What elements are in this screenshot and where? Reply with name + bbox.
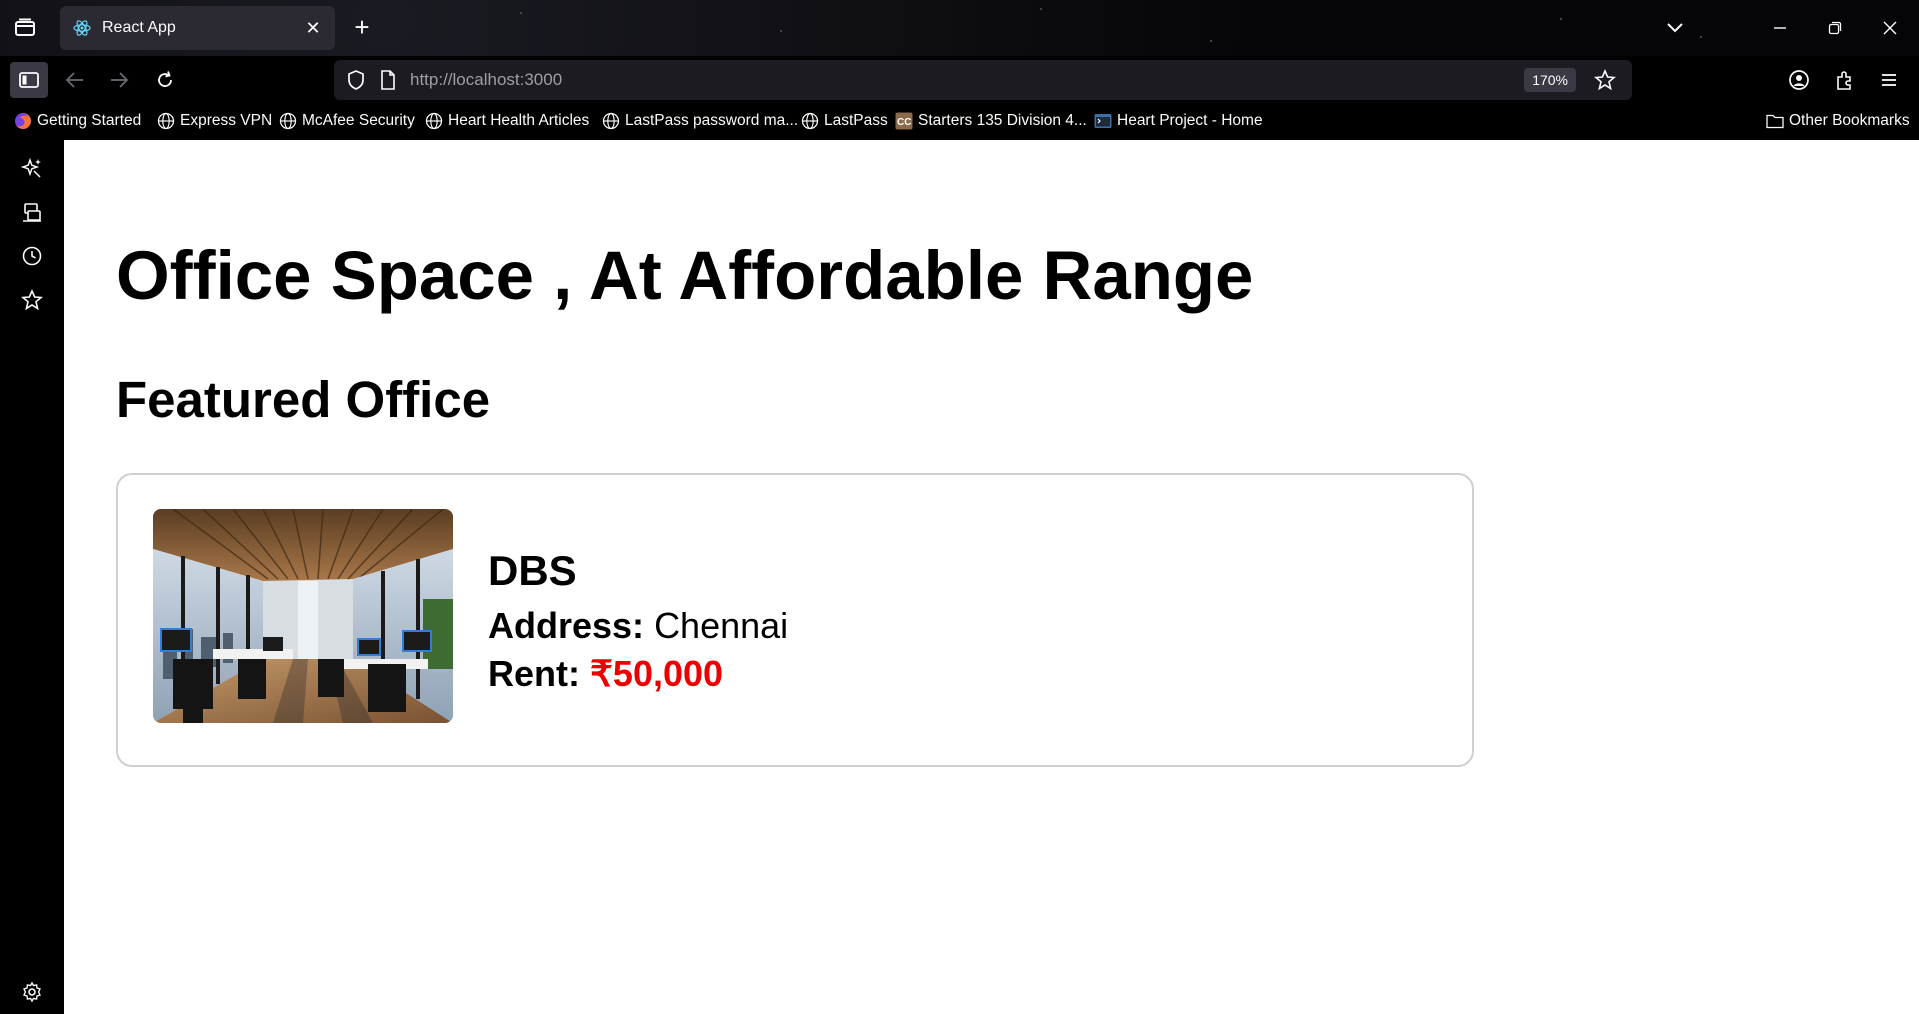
office-address: Address: Chennai	[488, 605, 788, 647]
page-title: Office Space , At Affordable Range	[116, 237, 1254, 314]
extensions-button[interactable]	[1826, 62, 1864, 98]
menu-button[interactable]	[1870, 62, 1908, 98]
synced-tabs-icon	[23, 203, 41, 222]
sparkle-icon	[21, 157, 41, 178]
page-content: Office Space , At Affordable Range Featu…	[64, 140, 1919, 1014]
navigation-toolbar: http://localhost:3000 170%	[0, 56, 1919, 104]
address-bar[interactable]: http://localhost:3000 170%	[334, 60, 1632, 100]
bookmarks-sidebar-button[interactable]	[18, 286, 46, 314]
other-bookmarks-folder[interactable]: Other Bookmarks	[1766, 112, 1910, 130]
folder-icon	[1766, 112, 1784, 130]
bookmark-label: Heart Health Articles	[448, 112, 590, 129]
bookmark-label: LastPass password ma...	[625, 112, 799, 129]
bookmarks-toolbar: Getting Started Express VPN McAfee Secur…	[0, 104, 1919, 140]
history-button[interactable]	[18, 242, 46, 270]
tab-strip: React App ✕ +	[0, 0, 1919, 56]
office-photo	[153, 509, 453, 723]
account-icon	[1789, 70, 1809, 90]
url-port: :3000	[519, 70, 563, 89]
globe-icon	[602, 112, 620, 130]
bookmark-label: Starters 135 Division 4...	[918, 112, 1087, 129]
close-window-icon[interactable]	[1875, 14, 1905, 42]
close-tab-icon[interactable]: ✕	[303, 18, 323, 38]
bookmark-label: Getting Started	[37, 112, 142, 129]
account-button[interactable]	[1780, 62, 1818, 98]
office-card: DBS Address: Chennai Rent: ₹50,000	[116, 473, 1474, 767]
tab-react-app[interactable]: React App ✕	[60, 6, 335, 50]
address-value: Chennai	[654, 605, 789, 646]
minimize-icon[interactable]	[1765, 14, 1795, 42]
hamburger-menu-icon	[1882, 74, 1896, 86]
tab-title: React App	[102, 19, 176, 36]
terminal-icon	[1094, 112, 1112, 130]
puzzle-icon	[1837, 71, 1851, 90]
bookmark-express-vpn[interactable]: Express VPN	[157, 112, 272, 130]
star-icon	[21, 289, 43, 311]
rent-value: ₹50,000	[590, 653, 724, 694]
bookmark-lastpass-password-manager[interactable]: LastPass password ma...	[602, 112, 798, 130]
zoom-level-button[interactable]: 170%	[1524, 68, 1576, 92]
rent-label: Rent:	[488, 653, 580, 694]
tab-overflow-chevron-icon[interactable]	[1660, 14, 1690, 42]
page-icon	[380, 70, 396, 95]
shield-icon[interactable]	[346, 69, 366, 96]
forward-button[interactable]	[100, 62, 138, 98]
globe-icon	[279, 112, 297, 130]
codechef-icon: CC	[895, 112, 913, 130]
bookmark-label: Express VPN	[180, 112, 273, 129]
address-label: Address:	[488, 605, 645, 646]
svg-text:CC: CC	[897, 117, 911, 128]
back-button[interactable]	[56, 62, 94, 98]
forward-arrow-icon	[111, 72, 129, 88]
office-rent: Rent: ₹50,000	[488, 653, 788, 695]
section-heading: Featured Office	[116, 371, 491, 428]
new-tab-button[interactable]: +	[348, 14, 376, 42]
clock-icon	[22, 246, 42, 266]
sidebar-icon	[19, 72, 39, 88]
bookmark-heart-project-home[interactable]: Heart Project - Home	[1094, 112, 1263, 130]
restore-icon[interactable]	[1820, 14, 1850, 42]
bookmark-getting-started[interactable]: Getting Started	[14, 112, 141, 130]
bookmark-mcafee-security[interactable]: McAfee Security	[279, 112, 415, 130]
office-name: DBS	[488, 547, 577, 594]
sidebar-toggle-button[interactable]	[10, 62, 48, 98]
reload-button[interactable]	[146, 62, 184, 98]
bookmark-heart-health-articles[interactable]: Heart Health Articles	[425, 112, 589, 130]
ai-chatbot-button[interactable]	[18, 154, 46, 182]
bookmark-label: LastPass	[824, 112, 888, 129]
sidebar-settings-button[interactable]	[18, 978, 46, 1006]
back-arrow-icon	[65, 72, 83, 88]
other-bookmarks-label: Other Bookmarks	[1789, 112, 1910, 129]
globe-icon	[157, 112, 175, 130]
firefox-icon	[14, 112, 32, 130]
react-logo-icon	[72, 18, 92, 38]
bookmark-lastpass[interactable]: LastPass	[801, 112, 888, 130]
gear-icon	[23, 981, 41, 1003]
globe-icon	[801, 112, 819, 130]
reload-icon	[158, 71, 172, 87]
globe-icon	[425, 112, 443, 130]
url-text[interactable]: http://localhost:3000	[410, 70, 562, 90]
tab-list-icon	[15, 18, 35, 36]
browser-sidebar	[0, 140, 64, 1014]
office-info: DBS Address: Chennai Rent: ₹50,000	[488, 547, 788, 701]
bookmark-label: McAfee Security	[302, 112, 415, 129]
tab-list-button[interactable]	[12, 16, 38, 40]
bookmark-star-icon[interactable]	[1594, 68, 1616, 96]
url-host: http://localhost	[410, 70, 520, 89]
bookmark-starters-135[interactable]: CC Starters 135 Division 4...	[895, 112, 1087, 130]
synced-tabs-button[interactable]	[18, 198, 46, 226]
bookmark-label: Heart Project - Home	[1117, 112, 1263, 129]
